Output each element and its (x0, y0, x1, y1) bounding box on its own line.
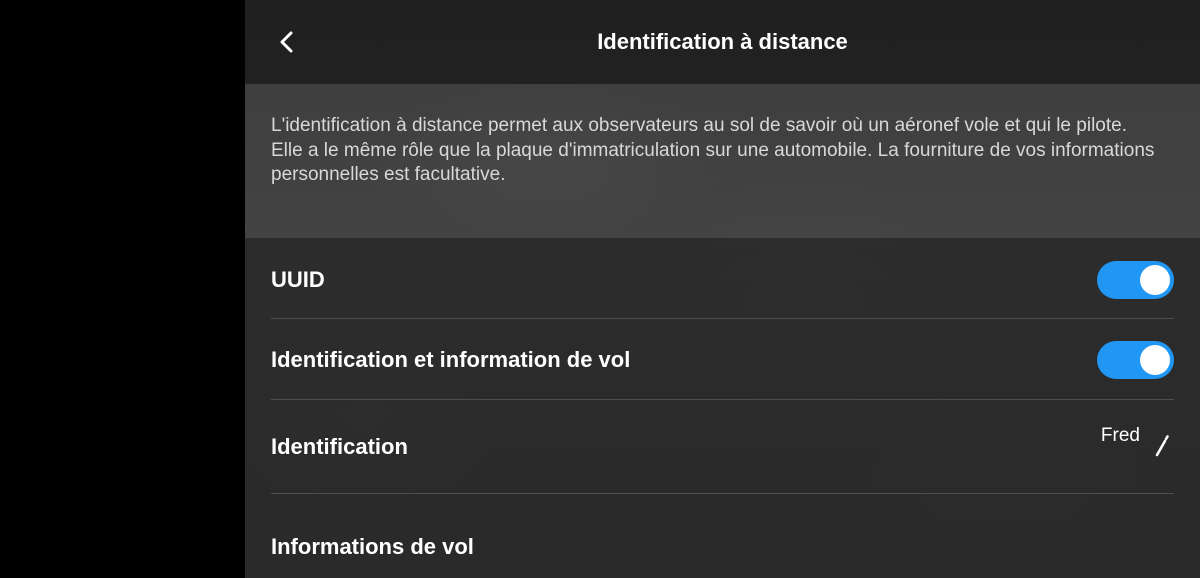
setting-row-id-flight-info: Identification et information de vol (271, 338, 1174, 382)
remote-id-panel: Identification à distance L'identificati… (245, 0, 1200, 578)
id-flight-info-toggle[interactable] (1097, 341, 1174, 379)
toggle-knob (1140, 345, 1170, 375)
pencil-icon[interactable] (1152, 434, 1172, 458)
setting-label-flight-info: Informations de vol (271, 534, 474, 559)
uuid-toggle[interactable] (1097, 261, 1174, 299)
setting-row-uuid: UUID (271, 258, 1174, 302)
divider (271, 318, 1174, 319)
setting-label-id-flight-info: Identification et information de vol (271, 347, 631, 372)
page-title: Identification à distance (597, 29, 848, 54)
divider (271, 493, 1174, 494)
setting-label-identification: Identification (271, 434, 408, 459)
identification-value: Fred (1100, 425, 1140, 446)
divider (271, 399, 1174, 400)
toggle-knob (1140, 265, 1170, 295)
setting-label-uuid: UUID (271, 267, 325, 292)
header-bar: Identification à distance (245, 0, 1200, 84)
left-black-area (0, 0, 245, 578)
setting-row-identification[interactable]: Identification Fred (271, 420, 1174, 476)
description-text: L'identification à distance permet aux o… (271, 115, 1155, 185)
setting-row-flight-info[interactable]: Informations de vol (271, 520, 1174, 570)
description-section: L'identification à distance permet aux o… (245, 84, 1200, 238)
